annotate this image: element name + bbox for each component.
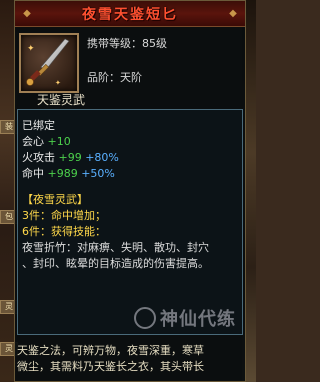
stat-name: 会心 <box>22 135 44 148</box>
stat-row: 火攻击 +99 +80% <box>22 150 238 166</box>
ornament-right-icon: ◆ <box>229 8 237 19</box>
skill-desc-line: 、封印、眩晕的目标造成的伤害提高。 <box>22 257 209 270</box>
item-description: 天鉴之法，可辨万物，夜雪深重，寒草 微尘，其需料乃天鉴长之衣，其头带长 <box>17 343 243 382</box>
stat-base: +10 <box>47 135 71 148</box>
set-name: 【夜雪灵武】 <box>22 193 88 206</box>
stat-base: +99 <box>58 151 82 164</box>
bound-status: 已绑定 <box>22 119 55 132</box>
ornament-left-icon: ◆ <box>23 8 31 19</box>
svg-text:✦: ✦ <box>55 79 61 87</box>
watermark-text: 神仙代练 <box>160 309 236 330</box>
tooltip-title-bar: ◆ 夜雪天鉴短匕 ◆ <box>15 1 245 27</box>
stat-row: 命中 +989 +50% <box>22 166 238 182</box>
stat-bonus: +50% <box>81 167 115 180</box>
watermark-logo-icon <box>134 307 156 329</box>
svg-text:✦: ✦ <box>27 44 35 54</box>
stat-row: 会心 +10 <box>22 134 238 150</box>
stat-name: 命中 <box>22 167 44 180</box>
stat-name: 火攻击 <box>22 151 55 164</box>
carry-level: 携带等级：85级 <box>87 37 167 50</box>
stat-bonus: +80% <box>85 151 119 164</box>
description-line: 微尘，其需料乃天鉴长之衣，其头带长 <box>17 360 204 373</box>
dagger-icon: ✦ ✦ <box>26 38 70 87</box>
item-title: 夜雪天鉴短匕 <box>82 6 178 23</box>
stat-base: +989 <box>47 167 78 180</box>
description-line: 天鉴之法，可辨万物，夜雪深重，寒草 <box>17 344 204 357</box>
skill-desc-line: 夜雪折竹：对麻痹、失明、散功、封穴 <box>22 241 209 254</box>
item-meta: 携带等级：85级 品阶：天阶 <box>87 37 167 105</box>
set-bonus-3: 3件：命中增加； <box>22 209 106 222</box>
watermark: 神仙代练 <box>134 300 254 336</box>
set-bonus-6: 6件：获得技能： <box>22 225 106 238</box>
item-icon-frame: ✦ ✦ <box>19 33 79 93</box>
item-rank: 品阶：天阶 <box>87 71 142 84</box>
item-series: 天鉴灵武 <box>37 93 86 107</box>
